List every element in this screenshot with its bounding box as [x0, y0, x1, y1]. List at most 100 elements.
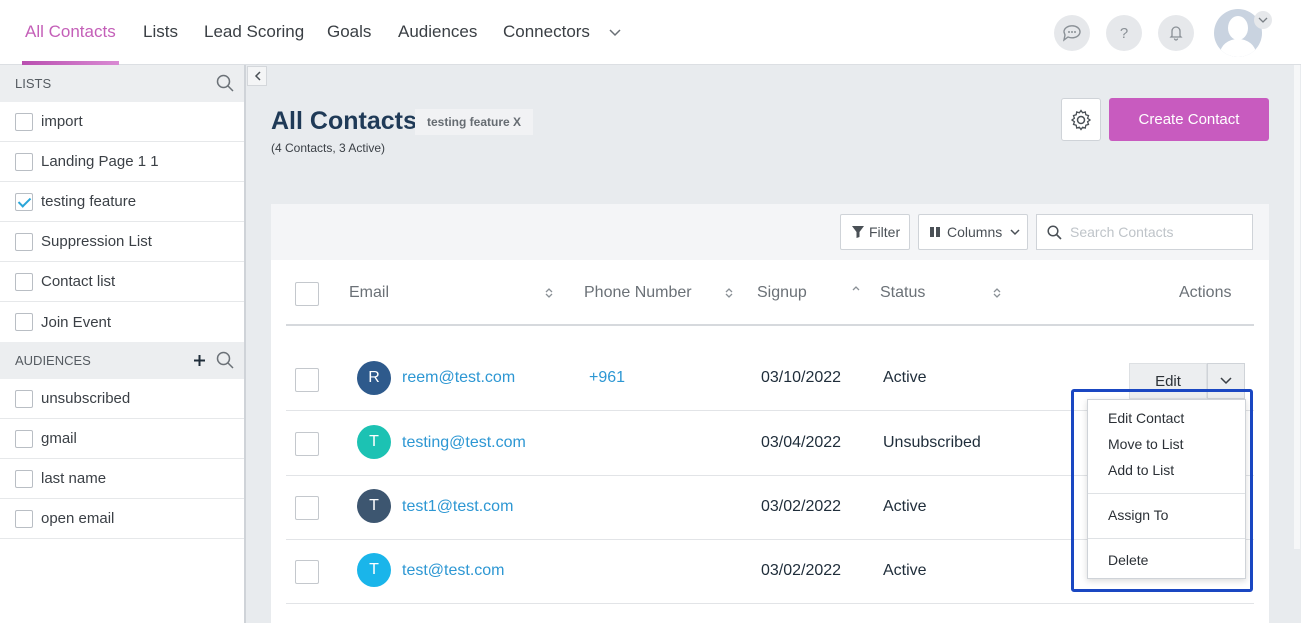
- contact-phone[interactable]: +961: [589, 369, 625, 387]
- settings-button[interactable]: [1061, 98, 1101, 141]
- tab-all-contacts[interactable]: All Contacts: [22, 0, 119, 65]
- avatar: T: [357, 489, 391, 523]
- sidebar-item-list[interactable]: Contact list: [0, 262, 244, 302]
- row-checkbox[interactable]: [295, 368, 319, 392]
- menu-item-add-to-list[interactable]: Add to List: [1108, 462, 1174, 478]
- filter-button[interactable]: Filter: [840, 214, 910, 250]
- columns-button[interactable]: Columns: [918, 214, 1028, 250]
- list-label: testing feature: [41, 193, 137, 210]
- audiences-header-label: AUDIENCES: [15, 353, 91, 368]
- contact-email[interactable]: test@test.com: [402, 562, 505, 580]
- row-checkbox[interactable]: [295, 560, 319, 584]
- sidebar-item-audience[interactable]: open email: [0, 499, 244, 539]
- audience-label: gmail: [41, 430, 77, 447]
- contact-status: Unsubscribed: [883, 434, 981, 451]
- tab-connectors[interactable]: Connectors: [503, 0, 621, 65]
- scrollbar[interactable]: [1293, 65, 1301, 623]
- sidebar-item-list[interactable]: Landing Page 1 1: [0, 142, 244, 182]
- list-checkbox[interactable]: [15, 112, 33, 131]
- chevron-down-icon: [1220, 377, 1232, 385]
- scrollbar-thumb[interactable]: [1294, 65, 1300, 549]
- audiences-header: AUDIENCES: [0, 342, 244, 379]
- contact-status: Active: [883, 562, 927, 579]
- plus-icon[interactable]: [193, 354, 206, 367]
- sidebar-item-list[interactable]: Suppression List: [0, 222, 244, 262]
- avatar: R: [357, 361, 391, 395]
- sidebar-item-list[interactable]: import: [0, 102, 244, 142]
- sort-ascending-icon[interactable]: [851, 284, 861, 296]
- search-icon[interactable]: [216, 74, 234, 92]
- avatar: T: [357, 425, 391, 459]
- contact-email[interactable]: testing@test.com: [402, 434, 526, 452]
- sort-icon[interactable]: [992, 287, 1002, 299]
- chevron-down-icon: [1010, 228, 1020, 235]
- contact-signup: 03/10/2022: [761, 369, 842, 386]
- audience-checkbox[interactable]: [15, 469, 33, 488]
- lists-header-label: LISTS: [15, 76, 52, 91]
- sidebar-item-audience[interactable]: unsubscribed: [0, 379, 244, 419]
- menu-item-assign-to[interactable]: Assign To: [1108, 507, 1168, 523]
- tab-goals[interactable]: Goals: [327, 0, 371, 65]
- column-email[interactable]: Email: [349, 260, 389, 326]
- list-checkbox[interactable]: [15, 313, 33, 331]
- audience-checkbox[interactable]: [15, 509, 33, 528]
- column-signup[interactable]: Signup: [757, 260, 807, 326]
- gear-icon: [1070, 108, 1092, 131]
- search-icon[interactable]: [216, 351, 234, 369]
- sidebar-item-list[interactable]: testing feature: [0, 182, 244, 222]
- menu-divider: [1088, 493, 1245, 494]
- list-label: Join Event: [41, 313, 112, 331]
- collapse-sidebar-button[interactable]: [247, 66, 267, 86]
- tab-audiences[interactable]: Audiences: [398, 0, 477, 65]
- audience-label: open email: [41, 510, 115, 527]
- help-glyph: ?: [1119, 24, 1129, 42]
- sidebar-item-list[interactable]: Join Event: [0, 302, 244, 342]
- list-checkbox-checked[interactable]: [15, 192, 33, 211]
- page-title: All Contacts: [271, 107, 417, 135]
- audience-label: last name: [41, 470, 107, 487]
- bell-icon[interactable]: [1158, 15, 1194, 51]
- list-label: Suppression List: [41, 233, 152, 250]
- tab-lists[interactable]: Lists: [143, 0, 178, 65]
- menu-item-move-to-list[interactable]: Move to List: [1108, 436, 1183, 452]
- help-icon[interactable]: ?: [1106, 15, 1142, 51]
- column-phone[interactable]: Phone Number: [584, 260, 692, 326]
- contact-status: Active: [883, 369, 927, 386]
- top-nav: All Contacts Lists Lead Scoring Goals Au…: [0, 0, 1301, 65]
- audience-checkbox[interactable]: [15, 429, 33, 448]
- menu-divider: [1088, 538, 1245, 539]
- tab-connectors-label: Connectors: [503, 22, 590, 41]
- chat-icon[interactable]: [1054, 15, 1090, 51]
- sidebar-item-audience[interactable]: last name: [0, 459, 244, 499]
- row-checkbox[interactable]: [295, 432, 319, 456]
- row-checkbox[interactable]: [295, 496, 319, 520]
- contact-email[interactable]: reem@test.com: [402, 369, 515, 387]
- column-status[interactable]: Status: [880, 260, 925, 326]
- column-actions: Actions: [1179, 284, 1232, 301]
- menu-item-edit-contact[interactable]: Edit Contact: [1108, 410, 1184, 426]
- list-checkbox[interactable]: [15, 152, 33, 171]
- filter-tag[interactable]: testing feature X: [415, 109, 534, 135]
- chevron-down-icon: [609, 28, 621, 36]
- contact-signup: 03/04/2022: [761, 434, 842, 451]
- audience-label: unsubscribed: [41, 390, 131, 407]
- audience-checkbox[interactable]: [15, 389, 33, 408]
- select-all-checkbox[interactable]: [295, 282, 319, 306]
- menu-item-delete[interactable]: Delete: [1108, 552, 1148, 568]
- sort-icon[interactable]: [544, 287, 554, 299]
- search-box: [1036, 214, 1253, 250]
- list-label: Landing Page 1 1: [41, 153, 159, 170]
- actions-menu: Edit Contact Move to List Add to List As…: [1087, 399, 1246, 579]
- list-checkbox[interactable]: [15, 272, 33, 291]
- sort-icon[interactable]: [724, 287, 734, 299]
- sidebar-item-audience[interactable]: gmail: [0, 419, 244, 459]
- create-contact-button[interactable]: Create Contact: [1109, 98, 1269, 141]
- lists-header: LISTS: [0, 65, 244, 102]
- columns-label: Columns: [947, 224, 1003, 240]
- contact-email[interactable]: test1@test.com: [402, 498, 513, 516]
- list-checkbox[interactable]: [15, 232, 33, 251]
- tab-lead-scoring[interactable]: Lead Scoring: [204, 0, 304, 65]
- list-label: import: [41, 113, 83, 130]
- search-input[interactable]: [1070, 224, 1250, 240]
- chevron-down-icon[interactable]: [1254, 11, 1272, 29]
